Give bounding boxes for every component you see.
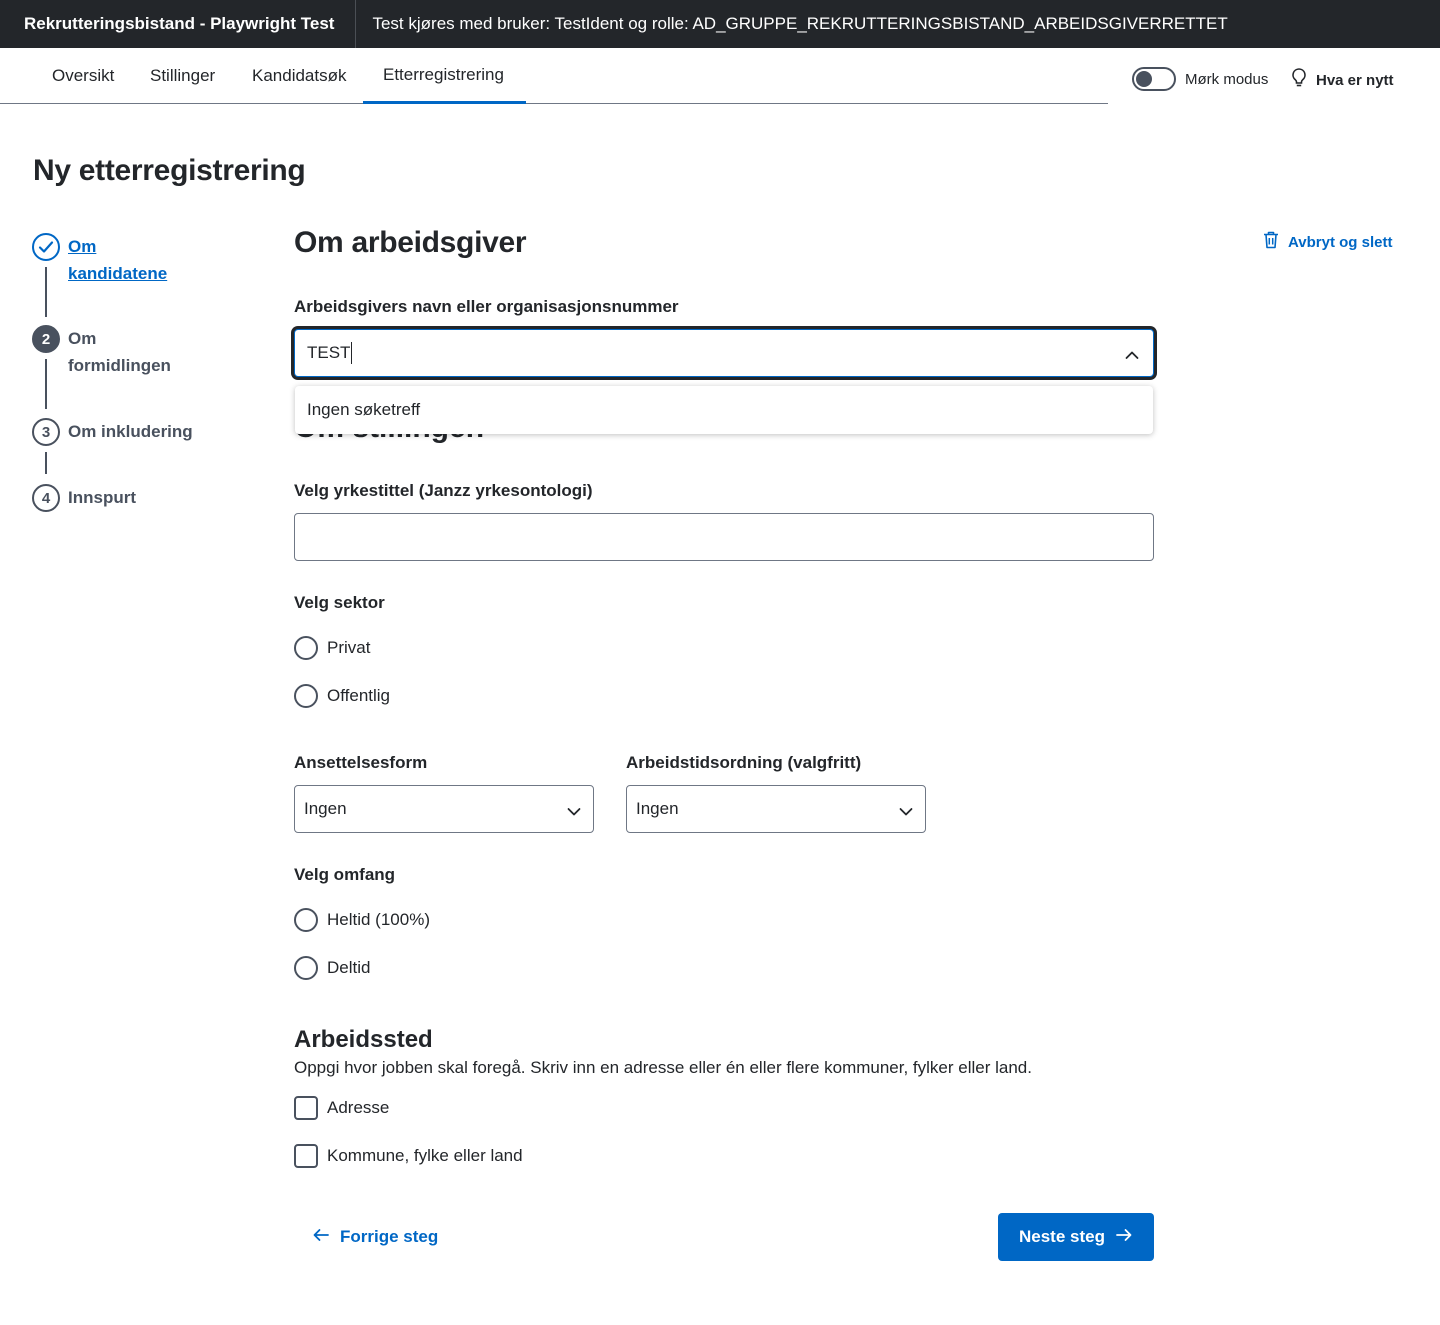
job-title-input[interactable] <box>294 513 1154 561</box>
checkbox-box[interactable] <box>294 1096 318 1120</box>
employer-search-results: Ingen søketreff <box>295 386 1153 434</box>
dark-mode-toggle[interactable]: Mørk modus <box>1132 67 1268 91</box>
step-innspurt[interactable]: 4 Innspurt <box>32 484 136 512</box>
scope-label: Velg omfang <box>294 865 396 884</box>
workplace-checkbox-adresse[interactable]: Adresse <box>294 1096 389 1120</box>
workplace-checkbox-kommune[interactable]: Kommune, fylke eller land <box>294 1144 523 1168</box>
step-om-kandidatene[interactable]: Om kandidatene <box>32 233 178 287</box>
page-title: Ny etterregistrering <box>33 154 306 187</box>
tab-kandidatsok[interactable]: Kandidatsøk <box>234 48 365 104</box>
chevron-down-icon <box>567 802 581 822</box>
text-caret <box>351 342 353 364</box>
previous-step-button[interactable]: Forrige steg <box>298 1213 452 1261</box>
employer-search-value[interactable]: TEST <box>307 343 350 363</box>
step-number: 2 <box>32 325 60 353</box>
tab-oversikt[interactable]: Oversikt <box>34 48 132 104</box>
checkmark-icon <box>32 233 60 261</box>
step-label: Innspurt <box>68 488 136 507</box>
step-label: Om formidlingen <box>68 329 171 375</box>
dark-mode-label: Mørk modus <box>1185 70 1269 88</box>
no-results-message: Ingen søketreff <box>307 400 421 419</box>
radio-circle[interactable] <box>294 636 318 660</box>
tab-stillinger[interactable]: Stillinger <box>132 48 233 104</box>
sector-radio-privat[interactable]: Privat <box>294 636 370 660</box>
radio-circle[interactable] <box>294 684 318 708</box>
dark-mode-switch[interactable] <box>1132 67 1176 91</box>
employment-type-label: Ansettelsesform <box>294 753 428 772</box>
sector-label: Velg sektor <box>294 593 385 612</box>
employer-field-label: Arbeidsgivers navn eller organisasjonsnu… <box>294 297 679 316</box>
lightbulb-icon <box>1290 67 1308 93</box>
radio-label: Privat <box>327 638 371 657</box>
whats-new-button[interactable]: Hva er nytt <box>1290 67 1394 93</box>
section-heading-employer: Om arbeidsgiver <box>294 226 527 259</box>
step-label[interactable]: Om kandidatene <box>68 233 178 287</box>
working-hours-label: Arbeidstidsordning (valgfritt) <box>626 753 862 772</box>
checkbox-label: Adresse <box>327 1098 390 1117</box>
test-user-info: Test kjøres med bruker: TestIdent og rol… <box>372 14 1228 33</box>
step-connector <box>45 359 47 409</box>
employment-type-value: Ingen <box>304 799 347 818</box>
working-hours-select[interactable]: Ingen <box>626 785 926 833</box>
radio-label: Heltid (100%) <box>327 910 430 929</box>
employer-search-combobox[interactable]: TEST <box>294 329 1154 377</box>
step-connector <box>45 267 47 317</box>
workplace-heading: Arbeidssted <box>294 1026 433 1053</box>
radio-circle[interactable] <box>294 908 318 932</box>
next-step-label: Neste steg <box>1019 1227 1105 1246</box>
cancel-and-delete-button[interactable]: Avbryt og slett <box>1262 230 1392 254</box>
step-om-formidlingen[interactable]: 2 Om formidlingen <box>32 325 188 379</box>
job-title-label: Velg yrkestittel (Janzz yrkesontologi) <box>294 481 593 500</box>
arrow-right-icon <box>1115 1227 1133 1247</box>
scope-radio-heltid[interactable]: Heltid (100%) <box>294 908 430 932</box>
app-brand[interactable]: Rekrutteringsbistand - Playwright Test <box>0 0 357 48</box>
radio-label: Deltid <box>327 958 371 977</box>
workplace-description: Oppgi hvor jobben skal foregå. Skriv inn… <box>294 1058 1032 1077</box>
previous-step-label: Forrige steg <box>340 1227 439 1246</box>
next-step-button[interactable]: Neste steg <box>998 1213 1154 1261</box>
sector-radio-offentlig[interactable]: Offentlig <box>294 684 390 708</box>
radio-label: Offentlig <box>327 686 391 705</box>
whats-new-label: Hva er nytt <box>1316 71 1394 89</box>
arrow-left-icon <box>312 1227 330 1247</box>
checkbox-label: Kommune, fylke eller land <box>327 1146 523 1165</box>
app-header: Rekrutteringsbistand - Playwright Test T… <box>0 0 1440 48</box>
step-number: 3 <box>32 418 60 446</box>
tab-etterregistrering[interactable]: Etterregistrering <box>363 48 526 104</box>
chevron-down-icon <box>899 802 913 822</box>
trash-icon <box>1262 230 1280 254</box>
employment-type-select[interactable]: Ingen <box>294 785 594 833</box>
scope-radio-deltid[interactable]: Deltid <box>294 956 370 980</box>
working-hours-value: Ingen <box>636 799 679 818</box>
checkbox-box[interactable] <box>294 1144 318 1168</box>
step-connector <box>45 452 47 474</box>
step-number: 4 <box>32 484 60 512</box>
step-label: Om inkludering <box>68 422 193 441</box>
step-om-inkludering[interactable]: 3 Om inkludering <box>32 418 193 446</box>
cancel-label: Avbryt og slett <box>1288 233 1393 251</box>
chevron-up-icon[interactable] <box>1125 345 1139 365</box>
switch-knob <box>1136 71 1152 87</box>
radio-circle[interactable] <box>294 956 318 980</box>
